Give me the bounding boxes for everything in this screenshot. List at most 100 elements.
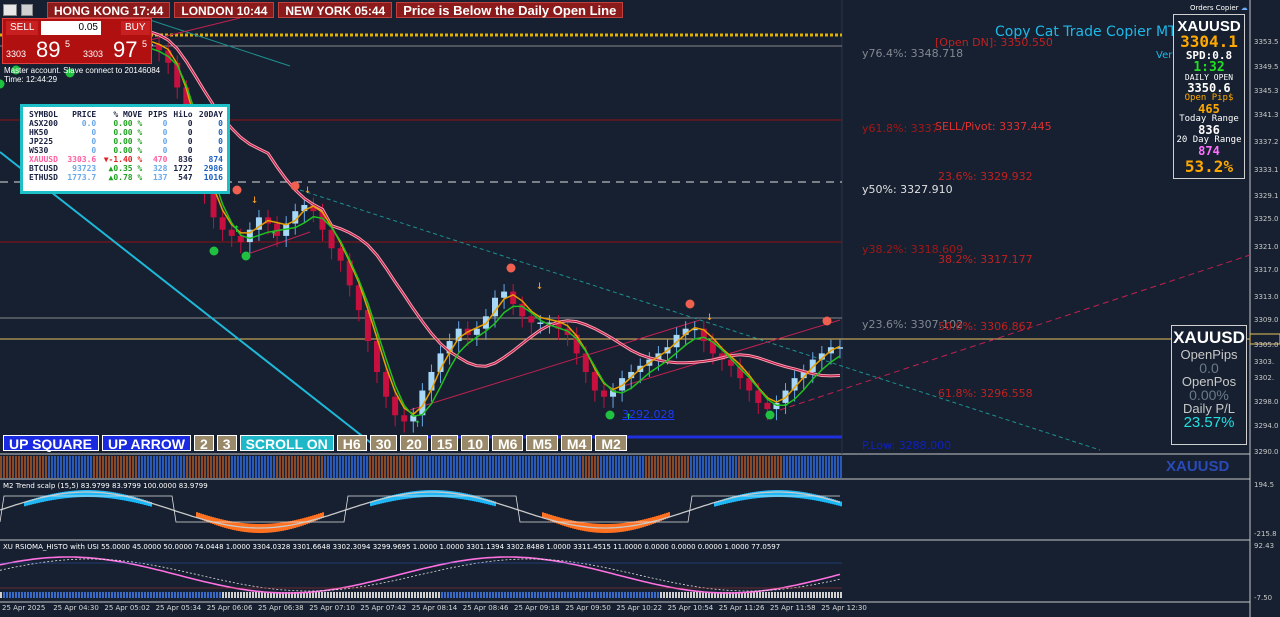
trend-strip-bar xyxy=(192,456,194,478)
trend-strip-bar xyxy=(237,456,239,478)
market-col-header: 20DAY xyxy=(198,110,223,119)
market-col-header: SYMBOL xyxy=(29,110,58,119)
timeframe-button-up-square[interactable]: UP SQUARE xyxy=(3,435,99,452)
market-row[interactable]: JP225 0 0.00 % 0 0 0 xyxy=(27,137,225,146)
market-cell: 0 xyxy=(162,146,168,155)
timeframe-button-up-arrow[interactable]: UP ARROW xyxy=(101,435,191,452)
market-row[interactable]: ETHUSD 1773.7 ▲0.78 % 137 547 1016 xyxy=(27,173,225,182)
trend-strip-bar xyxy=(714,456,716,478)
timeframe-button-scroll-on[interactable]: SCROLL ON xyxy=(239,435,334,452)
rsioma-histogram-bar xyxy=(702,592,704,598)
trend-strip-bar xyxy=(531,456,533,478)
rsioma-histogram-bar xyxy=(66,592,68,598)
trend-strip-bar xyxy=(492,456,494,478)
trend-strip-bar xyxy=(153,456,155,478)
lot-size-input[interactable]: 0.05 xyxy=(41,21,101,35)
trend-histogram-bar xyxy=(804,492,806,499)
time-note: Time: 12:44:29 xyxy=(4,75,58,84)
daily-open-alert: Price is Below the Daily Open Line xyxy=(396,1,624,18)
trend-histogram-bar xyxy=(104,491,106,498)
rsioma-histogram-bar xyxy=(72,592,74,598)
market-cell: 1016 xyxy=(203,173,223,182)
rsioma-histogram-bar xyxy=(195,592,197,598)
rsioma-histogram-bar xyxy=(375,592,377,598)
trend-strip-bar xyxy=(786,456,788,478)
timeframe-button-30[interactable]: 30 xyxy=(369,435,398,452)
sell-price-pips[interactable]: 89 xyxy=(36,37,60,63)
trend-strip-bar xyxy=(570,456,572,478)
trend-histogram-bar xyxy=(220,519,222,527)
trend-strip-bar xyxy=(81,456,83,478)
rsioma-histogram-bar xyxy=(75,592,77,598)
fib-level-label: y50%: 3327.910 xyxy=(862,183,953,196)
sell-button[interactable]: SELL xyxy=(6,21,39,35)
timeframe-button-m5[interactable]: M5 xyxy=(526,435,558,452)
trend-strip-bar xyxy=(708,456,710,478)
trend-strip-bar xyxy=(780,456,782,478)
trend-histogram-bar xyxy=(68,491,70,498)
timeframe-button-20[interactable]: 20 xyxy=(400,435,428,452)
trend-strip-bar xyxy=(663,456,665,478)
rsioma-histogram-bar xyxy=(468,592,470,598)
rsioma-histogram-bar xyxy=(339,592,341,598)
chart-menu-icon[interactable] xyxy=(3,3,17,16)
rsioma-histogram-bar xyxy=(630,592,632,598)
buy-price-pips[interactable]: 97 xyxy=(113,37,137,63)
info-range-percent: 53.2% xyxy=(1184,157,1234,176)
trend-strip-bar xyxy=(327,456,329,478)
trend-histogram-bar xyxy=(656,515,658,523)
market-row[interactable]: HK50 0 0.00 % 0 0 0 xyxy=(27,128,225,137)
timeframe-button-3[interactable]: 3 xyxy=(216,435,237,452)
indicator1-axis-top: 194.5 xyxy=(1254,481,1275,489)
timeframe-button-m2[interactable]: M2 xyxy=(595,435,627,452)
candle-body xyxy=(210,192,217,218)
rsioma-histogram-bar xyxy=(516,592,518,598)
rsioma-histogram-bar xyxy=(444,592,446,598)
market-row[interactable]: BTCUSD 93723 ▲0.35 % 328 1727 2986 xyxy=(27,164,225,173)
market-row[interactable]: WS30 0 0.00 % 0 0 0 xyxy=(27,146,225,155)
market-row[interactable]: XAUUSD 3303.6 ▼-1.40 % 470 836 874 xyxy=(27,155,225,164)
rsioma-histogram-bar xyxy=(489,592,491,598)
rsioma-histogram-bar xyxy=(663,592,665,598)
checkbox-icon[interactable] xyxy=(21,3,33,16)
rsioma-histogram-bar xyxy=(600,592,602,598)
trend-strip-bar xyxy=(282,456,284,478)
fib-level-label: 38.2%: 3317.177 xyxy=(938,253,1033,266)
rsioma-histogram-bar xyxy=(597,592,599,598)
rsioma-histogram-bar xyxy=(801,592,803,598)
rsioma-histogram-bar xyxy=(459,592,461,598)
rsioma-histogram-bar xyxy=(570,592,572,598)
trend-strip-bar xyxy=(693,456,695,478)
trend-histogram-bar xyxy=(760,491,762,498)
rsioma-histogram-bar xyxy=(471,592,473,598)
rsioma-histogram-bar xyxy=(672,592,674,598)
market-watch-table: SYMBOL PRICE % MOVE PIPS HiLo 20DAY ASX200 0.0… xyxy=(20,104,230,194)
timeframe-button-m4[interactable]: M4 xyxy=(560,435,593,452)
timeframe-button-h6[interactable]: H6 xyxy=(336,435,367,452)
timeframe-button-2[interactable]: 2 xyxy=(193,435,214,452)
trend-strip-bar xyxy=(684,456,686,478)
price-axis-tick: 3317.0 xyxy=(1254,266,1279,274)
buy-button[interactable]: BUY xyxy=(121,21,150,35)
trend-strip-bar xyxy=(762,456,764,478)
trend-strip-bar xyxy=(612,456,614,478)
rsioma-histogram-bar xyxy=(495,592,497,598)
price-axis-tick: 3345.3 xyxy=(1254,87,1279,95)
trend-histogram-bar xyxy=(412,491,414,499)
trend-histogram-bar xyxy=(122,494,124,501)
trend-strip-bar xyxy=(507,456,509,478)
trend-strip-bar xyxy=(438,456,440,478)
trend-strip-bar xyxy=(300,456,302,478)
rsioma-histogram-bar xyxy=(483,592,485,598)
rsioma-histogram-bar xyxy=(792,592,794,598)
timeframe-button-m6[interactable]: M6 xyxy=(492,435,524,452)
market-cell: 0 xyxy=(91,137,97,146)
trend-strip-bar xyxy=(792,456,794,478)
fib-level-label: 61.8%: 3296.558 xyxy=(938,387,1033,400)
timeframe-button-15[interactable]: 15 xyxy=(430,435,459,452)
market-row[interactable]: ASX200 0.0 0.00 % 0 0 0 xyxy=(27,119,225,128)
timeframe-button-10[interactable]: 10 xyxy=(461,435,489,452)
sell-price-prefix: 3303 xyxy=(6,49,27,59)
trend-strip-bar xyxy=(342,456,344,478)
rsioma-histogram-bar xyxy=(342,592,344,598)
